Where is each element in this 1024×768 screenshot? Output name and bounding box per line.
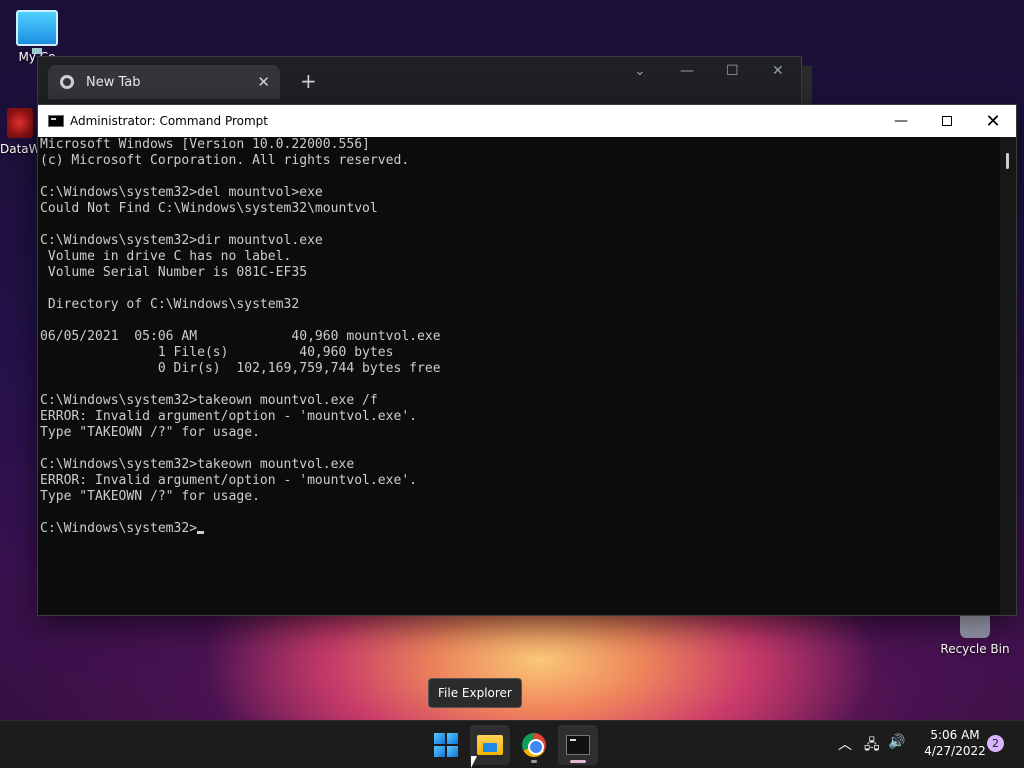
console-scrollbar[interactable] bbox=[1000, 137, 1016, 615]
minimize-icon: — bbox=[894, 113, 908, 129]
taskbar-command-prompt[interactable] bbox=[558, 725, 598, 765]
desktop-icon-label: Recycle Bin bbox=[940, 642, 1010, 656]
show-hidden-icons-chevron-icon[interactable]: ︿ bbox=[838, 734, 852, 754]
cmd-titlebar[interactable]: Administrator: Command Prompt — ✕ bbox=[38, 105, 1016, 137]
tooltip-file-explorer: File Explorer bbox=[428, 678, 522, 708]
command-prompt-window[interactable]: Administrator: Command Prompt — ✕ Micros… bbox=[37, 104, 1017, 616]
tab-close-button[interactable]: ✕ bbox=[257, 73, 270, 91]
terminal-icon bbox=[566, 735, 590, 755]
running-indicator bbox=[531, 760, 537, 763]
chrome-icon bbox=[522, 733, 546, 757]
datawrapper-icon bbox=[7, 108, 33, 138]
volume-icon[interactable]: 🔊 bbox=[888, 734, 905, 750]
mouse-pointer-icon bbox=[471, 756, 477, 768]
cmd-close-button[interactable]: ✕ bbox=[970, 105, 1016, 137]
cmd-maximize-button[interactable] bbox=[924, 105, 970, 137]
notification-badge[interactable]: 2 bbox=[987, 735, 1004, 752]
console-output[interactable]: Microsoft Windows [Version 10.0.22000.55… bbox=[40, 137, 1000, 615]
scrollbar-thumb[interactable] bbox=[1006, 153, 1009, 169]
monitor-icon bbox=[16, 10, 58, 54]
chrome-icon bbox=[60, 75, 74, 89]
browser-minimize-button[interactable]: — bbox=[680, 63, 694, 79]
folder-icon bbox=[477, 735, 503, 755]
cmd-window-title: Administrator: Command Prompt bbox=[70, 114, 268, 128]
tab-search-button[interactable]: ⌄ bbox=[634, 63, 646, 79]
taskbar-chrome[interactable] bbox=[514, 725, 554, 765]
active-indicator bbox=[570, 760, 586, 763]
console-prompt: C:\Windows\system32> bbox=[40, 521, 198, 536]
desktop-icon-label: DataW bbox=[0, 142, 41, 156]
clock-date: 4/27/2022 bbox=[924, 744, 986, 758]
cmd-minimize-button[interactable]: — bbox=[878, 105, 924, 137]
clock-time: 5:06 AM bbox=[930, 728, 980, 742]
network-icon[interactable]: 🖧 bbox=[864, 734, 880, 758]
tab-title: New Tab bbox=[86, 74, 141, 90]
maximize-icon bbox=[942, 116, 952, 126]
text-cursor bbox=[197, 531, 205, 534]
clock[interactable]: 5:06 AM 4/27/2022 bbox=[912, 727, 998, 759]
browser-maximize-button[interactable]: ☐ bbox=[726, 63, 739, 79]
new-tab-button[interactable]: + bbox=[300, 69, 317, 93]
desktop-icon-datawrapper[interactable]: DataW bbox=[0, 108, 41, 156]
start-button[interactable] bbox=[426, 725, 466, 765]
windows-logo-icon bbox=[434, 733, 458, 757]
desktop-icon-recycle-bin[interactable]: Recycle Bin bbox=[940, 610, 1010, 656]
browser-close-button[interactable]: ✕ bbox=[772, 63, 784, 79]
close-icon: ✕ bbox=[985, 110, 1001, 132]
browser-tab-new-tab[interactable]: New Tab ✕ bbox=[48, 65, 280, 99]
console-history: Microsoft Windows [Version 10.0.22000.55… bbox=[40, 137, 441, 504]
cmd-app-icon bbox=[48, 115, 64, 127]
